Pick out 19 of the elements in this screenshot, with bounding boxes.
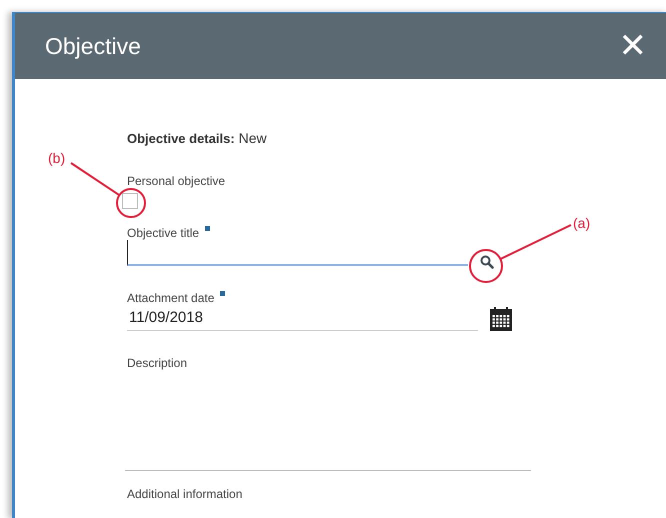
field-label: Objective title (127, 226, 200, 240)
field-label: Description (127, 356, 188, 370)
search-icon[interactable] (480, 255, 494, 269)
checkbox[interactable] (122, 193, 138, 209)
field-label: Attachment date (127, 291, 214, 305)
annotation-label: (a) (573, 215, 590, 231)
date-input-field[interactable]: 11/09/2018 (127, 305, 478, 331)
details-heading: Objective details: New (127, 130, 268, 148)
close-button[interactable]: ✕ (618, 29, 647, 63)
window-title: Objective (45, 32, 141, 60)
calendar-icon[interactable] (490, 307, 512, 331)
leader-line (500, 224, 572, 260)
field-label: Additional information (127, 487, 242, 501)
field-label: Personal objective (127, 174, 226, 188)
title-input-field[interactable] (127, 240, 468, 266)
callout-circle (116, 188, 146, 218)
leader-line (70, 162, 120, 196)
callout-circle (469, 249, 503, 283)
annotation-label: (b) (48, 150, 66, 166)
